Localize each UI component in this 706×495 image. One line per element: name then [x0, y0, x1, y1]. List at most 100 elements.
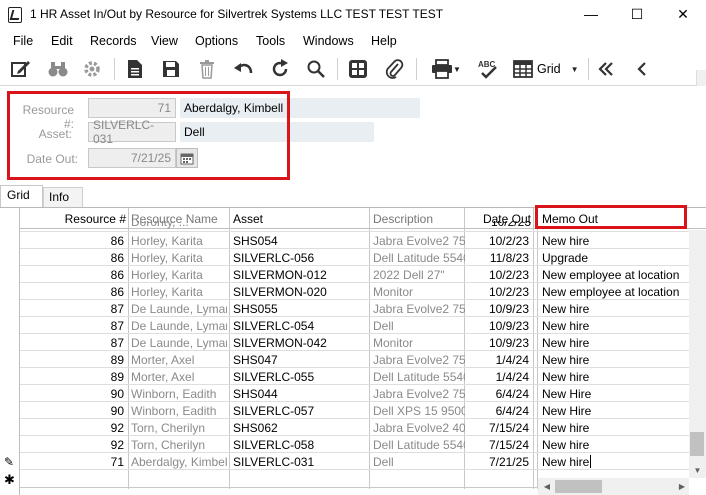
print-dropdown-icon[interactable]: ▼ [453, 65, 461, 74]
cell-memo-out[interactable]: Upgrade [542, 249, 688, 266]
toolbar: ▼ ABC Grid ▼ [0, 52, 706, 86]
menu-windows[interactable]: Windows [303, 34, 354, 48]
cell-resource-name: Morter, Axel [131, 369, 195, 384]
table-row[interactable]: 92 Torn, Cherilyn SHS062 Jabra Evolve2 40 7/… [20, 419, 706, 436]
asset-field[interactable]: SILVERLC-031 [88, 118, 176, 146]
delete-icon[interactable] [196, 57, 218, 81]
binoculars-icon[interactable] [46, 57, 70, 81]
toolbar-separator [337, 58, 338, 80]
table-row[interactable]: 92 Torn, Cherilyn SILVERLC-058 Dell Latitud… [20, 436, 706, 453]
cell-date-out: 7/15/24 [488, 420, 529, 435]
table-row[interactable]: 87 De Launde, Lyman SILVERMON-042 Monitor 10… [20, 334, 706, 351]
table-row[interactable]: 89 Morter, Axel SHS047 Jabra Evolve2 75 1/4/… [20, 351, 706, 368]
cell-asset: SILVERLC-054 [233, 318, 315, 333]
cell-resource-number: 87 [110, 301, 124, 316]
cell-asset: SILVERMON-012 [233, 267, 327, 282]
menu-bar: File Edit Records View Options Tools Win… [0, 30, 706, 52]
cell-resource-number: 87 [110, 335, 124, 350]
menu-edit[interactable]: Edit [51, 34, 73, 48]
print-icon[interactable]: ▼ [428, 57, 464, 81]
cell-memo-out[interactable]: New Hire [542, 385, 688, 402]
document-icon[interactable] [124, 57, 146, 81]
cell-memo-out[interactable]: New hire [542, 232, 688, 249]
resource-name-value: Aberdalgy, Kimbell [180, 98, 420, 118]
scroll-down-icon[interactable]: ▼ [689, 463, 706, 477]
cell-memo-out[interactable]: New hire [542, 300, 688, 317]
resource-number-field[interactable]: 71 [88, 98, 176, 118]
menu-file[interactable]: File [13, 34, 33, 48]
date-out-field[interactable]: 7/21/25 [88, 148, 176, 168]
calendar-icon[interactable] [176, 148, 198, 168]
cell-resource-number: 86 [110, 250, 124, 265]
cell-asset: SILVERMON-042 [233, 335, 327, 350]
cell-resource-number: 92 [110, 420, 124, 435]
grid-dropdown-icon[interactable]: ▼ [571, 65, 579, 74]
table-row[interactable]: 86 Horley, Karita SILVERMON-012 2022 Dell 2… [20, 266, 706, 283]
table-row[interactable]: 86 Horley, Karita SILVERLC-056 Dell Latitud… [20, 249, 706, 266]
horizontal-scrollbar-thumb[interactable] [555, 480, 602, 493]
cell-date-out: 7/15/24 [488, 437, 529, 452]
spellcheck-icon[interactable]: ABC [475, 57, 503, 81]
refresh-icon[interactable] [268, 57, 292, 81]
maximize-button[interactable]: ☐ [614, 0, 660, 28]
cell-resource-number: 90 [110, 386, 124, 401]
cell-memo-out[interactable]: New hire [542, 351, 688, 368]
search-icon[interactable] [304, 57, 328, 81]
cell-resource-number: 71 [110, 454, 124, 469]
cell-resource-number: 90 [110, 403, 124, 418]
cell-resource-name: Horley, Karita [131, 233, 203, 248]
previous-record-icon[interactable] [631, 57, 653, 81]
menu-records[interactable]: Records [90, 34, 137, 48]
undo-icon[interactable] [232, 57, 256, 81]
cell-memo-out[interactable]: New hire [542, 317, 688, 334]
table-row[interactable]: 86 Horley, Karita SILVERMON-020 Monitor 10/2… [20, 283, 706, 300]
new-row-indicator-icon: ✱ [4, 472, 15, 487]
cell-asset: SHS054 [233, 233, 278, 248]
cell-description: Jabra Evolve2 75 [373, 233, 465, 248]
first-record-icon[interactable] [595, 57, 617, 81]
table-row[interactable]: 86 Horley, Karita SHS054 Jabra Evolve2 75 10… [20, 232, 706, 249]
cell-memo-out[interactable]: New hire [542, 453, 688, 470]
cell-memo-out[interactable]: New hire [542, 334, 688, 351]
cell-memo-out[interactable]: New hire [542, 419, 688, 436]
menu-help[interactable]: Help [371, 34, 397, 48]
asset-description-value: Dell [180, 122, 374, 142]
minimize-button[interactable]: — [568, 0, 614, 28]
toolbar-overflow[interactable] [696, 70, 706, 86]
cell-memo-out[interactable]: New hire [542, 436, 688, 453]
attach-icon[interactable] [382, 57, 406, 81]
tab-grid[interactable]: Grid [0, 185, 43, 208]
cell-memo-out[interactable]: New hire [542, 368, 688, 385]
cell-resource-name: Torn, Cherilyn [131, 437, 206, 452]
cell-memo-out[interactable]: New employee at location [542, 266, 688, 283]
gear-icon[interactable] [80, 57, 104, 81]
menu-tools[interactable]: Tools [256, 34, 285, 48]
cell-memo-out[interactable]: New Hire [542, 402, 688, 419]
cell-date-out: 11/8/23 [489, 250, 529, 265]
table-row[interactable]: 90 Winborn, Eadith SHS044 Jabra Evolve2 75 6… [20, 385, 706, 402]
tab-info[interactable]: Info [43, 187, 83, 207]
grid-view-label: Grid [537, 62, 561, 76]
close-button[interactable]: ✕ [660, 0, 706, 28]
cell-asset: SHS047 [233, 352, 278, 367]
scroll-left-icon[interactable]: ◀ [540, 478, 554, 495]
save-icon[interactable] [160, 57, 182, 81]
edit-icon[interactable] [9, 57, 33, 81]
table-row[interactable]: 71 Aberdalgy, Kimbell SILVERLC-031 Dell 7/21… [20, 453, 706, 470]
table-row[interactable]: 87 De Launde, Lyman SILVERLC-054 Dell 10/9/2… [20, 317, 706, 334]
menu-view[interactable]: View [151, 34, 178, 48]
table-row[interactable]: 90 Winborn, Eadith SILVERLC-057 Dell XPS 15… [20, 402, 706, 419]
cell-description: Monitor [373, 335, 414, 350]
grid-view-button[interactable]: Grid ▼ [513, 57, 583, 81]
table-row-partial[interactable]: Doronty, ... 10/2/23 [20, 221, 706, 230]
vertical-scrollbar-thumb[interactable] [690, 432, 704, 456]
toolbar-separator [588, 58, 589, 80]
cell-description: Dell [373, 318, 394, 333]
cell-memo-out[interactable]: New employee at location [542, 283, 688, 300]
calculator-icon[interactable] [346, 57, 370, 81]
scroll-right-icon[interactable]: ▶ [675, 478, 689, 495]
table-row[interactable]: 87 De Launde, Lyman SHS055 Jabra Evolve2 75… [20, 300, 706, 317]
table-row[interactable]: 89 Morter, Axel SILVERLC-055 Dell Latitude … [20, 368, 706, 385]
menu-options[interactable]: Options [195, 34, 238, 48]
cell-resource-number: 86 [110, 267, 124, 282]
